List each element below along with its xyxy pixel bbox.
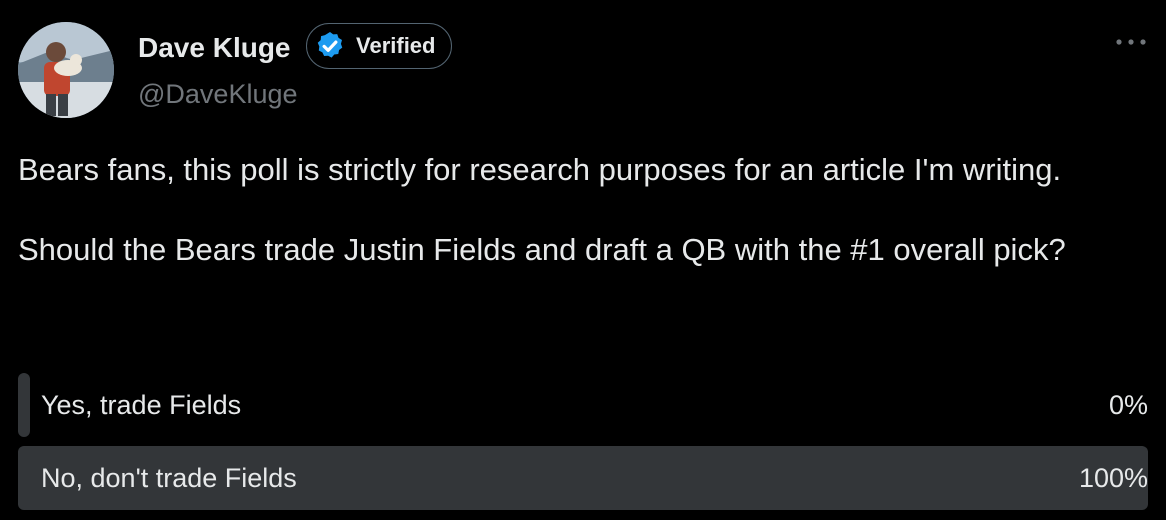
poll-option-label: No, don't trade Fields: [41, 463, 297, 493]
tweet-text: Bears fans, this poll is strictly for re…: [18, 150, 1138, 270]
tweet-card: Dave Kluge Verified @DaveKluge Bears fan…: [0, 0, 1166, 520]
author-avatar[interactable]: [18, 22, 114, 118]
poll-option[interactable]: Yes, trade Fields 0%: [18, 373, 1148, 437]
more-options-icon[interactable]: [1114, 30, 1148, 54]
poll-result-bar: [18, 373, 30, 437]
author-name[interactable]: Dave Kluge: [138, 30, 291, 66]
tweet-paragraph: Bears fans, this poll is strictly for re…: [18, 152, 1062, 187]
avatar-photo: [18, 22, 114, 118]
poll-option-percent: 100%: [1078, 463, 1148, 493]
author-handle[interactable]: @DaveKluge: [138, 78, 298, 110]
verified-badge-icon: [317, 32, 343, 58]
tweet-paragraph: Should the Bears trade Justin Fields and…: [18, 232, 1066, 267]
poll: Yes, trade Fields 0% No, don't trade Fie…: [18, 373, 1148, 519]
poll-option[interactable]: No, don't trade Fields 100%: [18, 446, 1148, 510]
verified-label: Verified: [356, 33, 436, 58]
poll-option-label: Yes, trade Fields: [41, 390, 242, 420]
poll-option-percent: 0%: [1108, 390, 1148, 420]
verified-chip[interactable]: Verified: [306, 23, 453, 69]
